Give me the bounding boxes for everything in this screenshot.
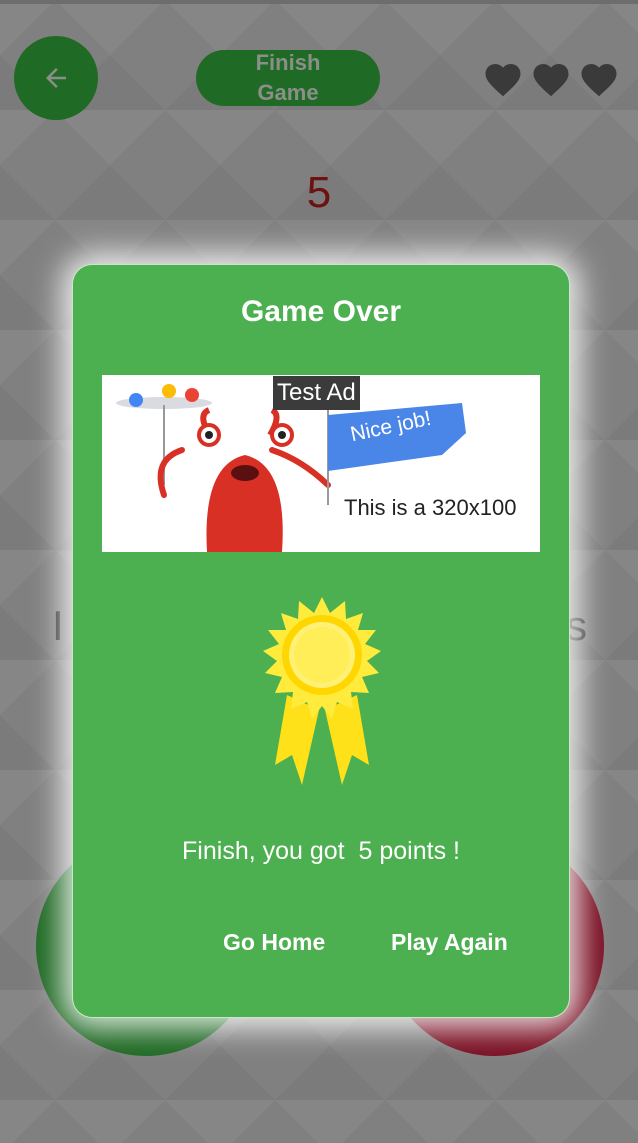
heart-icon [581,64,617,97]
background-text-partial: I [52,602,64,649]
arrow-back-icon [46,68,66,88]
ad-banner-text: This is a 320x100 [344,495,517,520]
score-display: 5 [306,168,332,217]
go-home-button[interactable]: Go Home [223,929,325,956]
lives-indicator [482,58,620,98]
heart-icon [485,64,521,97]
test-ad-label: Test Ad [273,376,360,410]
status-strip [0,0,638,4]
heart-icon [533,64,569,97]
back-button[interactable] [14,36,98,120]
play-again-button[interactable]: Play Again [391,929,508,956]
test-ad-banner[interactable]: Nice job! This is a 320x100 Test Ad [102,375,540,552]
finish-game-button[interactable]: Finish Game [196,50,380,106]
medal-icon [263,597,381,785]
dialog-title: Game Over [240,295,402,328]
game-over-dialog: Game Over Nice job! This is a 320x100 Te… [72,264,570,1018]
result-message: Finish, you got 5 points ! [182,837,460,865]
